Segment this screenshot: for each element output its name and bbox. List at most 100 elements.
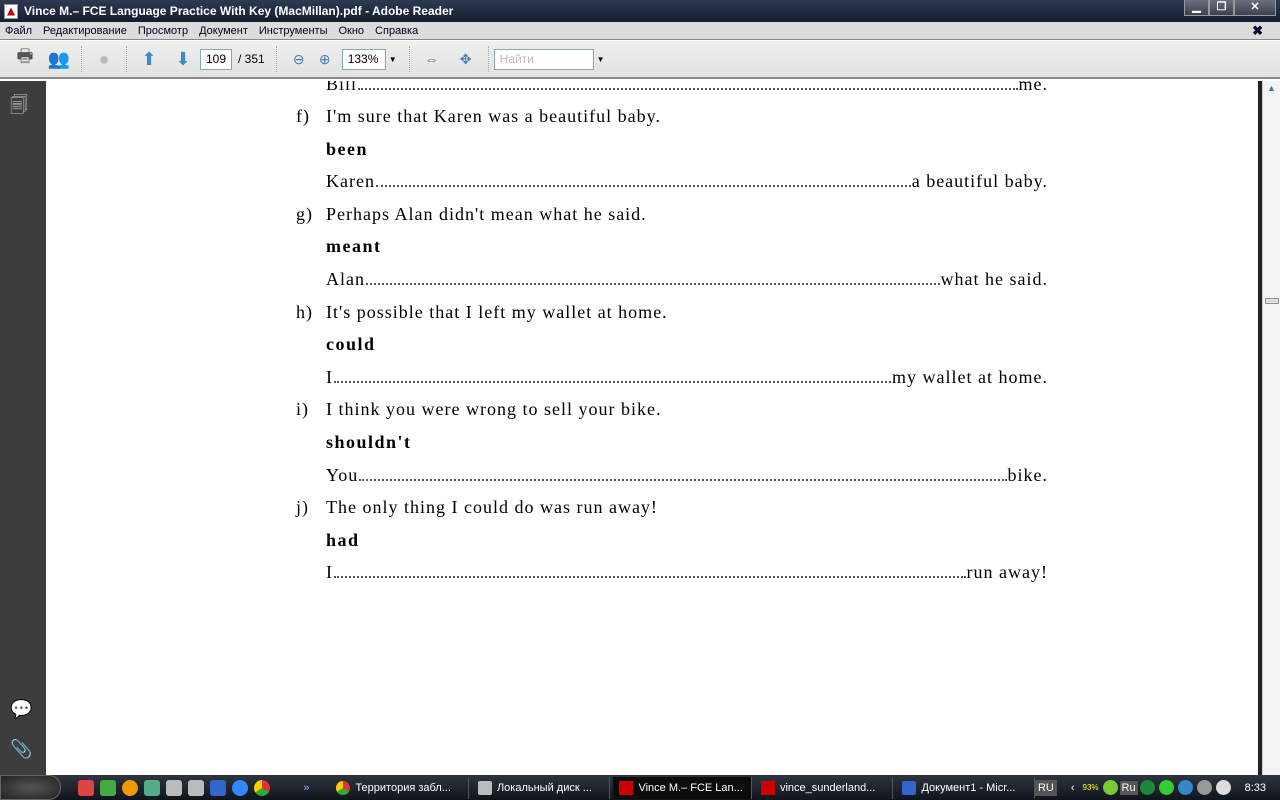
document-view: Bill me. f) I'm sure that Karen was a beau… [46,81,1258,775]
zoom-in-icon[interactable]: ⊕ [312,46,338,72]
answer-suffix: me. [1018,81,1048,94]
menu-file[interactable]: Файл [5,25,32,37]
search-input[interactable]: Найти [493,48,594,70]
task-adobe-reader[interactable]: Vince M.– FCE Lan... [613,776,752,799]
answer-suffix: bike. [1007,464,1048,485]
item-keyword: could [326,334,376,355]
system-tray: RU ‹ 93% Ru 8:33 [1034,775,1280,800]
zoom-dropdown-icon[interactable]: ▼ [389,55,397,64]
menu-tools[interactable]: Инструменты [259,25,328,37]
title-bar: Vince M.– FCE Language Practice With Key… [0,0,1280,22]
battery-icon[interactable]: 93% [1083,783,1099,792]
attachments-icon[interactable]: 📎 [10,739,32,760]
answer-line: Bill me. [326,81,1048,94]
search-dropdown-icon[interactable]: ▼ [597,55,605,64]
menu-window[interactable]: Окно [338,25,364,37]
vertical-scrollbar[interactable]: ▲ [1262,81,1280,775]
fit-page-icon[interactable]: ✥ [453,46,479,72]
answer-blank [375,171,911,188]
previous-page-icon[interactable]: ⬆ [136,46,162,72]
item-sentence: Perhaps Alan didn't mean what he said. [326,203,647,224]
page-total: / 351 [238,52,265,66]
answer-suffix: a beautiful baby. [911,171,1048,192]
close-button[interactable]: ✕ [1234,0,1276,16]
start-button[interactable] [0,775,62,800]
taskbar: » Территория забл... Локальный диск ... … [0,775,1280,800]
item-letter: g) [296,203,313,224]
fit-width-icon[interactable]: ⇔ [419,46,445,72]
answer-suffix: run away! [966,562,1048,583]
page-number-input[interactable]: 109 [200,48,232,70]
pdf-app-icon [4,3,18,19]
print-icon[interactable]: 🖶 [12,46,38,72]
item-keyword: been [326,138,368,159]
item-sentence: It's possible that I left my wallet at h… [326,301,668,322]
quicklaunch-word-icon[interactable] [210,779,227,796]
item-keyword: shouldn't [326,432,412,452]
zoom-input[interactable]: 133% [341,48,386,70]
answer-suffix: what he said. [940,269,1048,289]
answer-blank [366,269,940,285]
close-document-icon[interactable]: ✖ [1252,23,1263,39]
minimize-button[interactable]: ▁ [1184,0,1209,16]
clock: 8:33 [1244,781,1267,794]
item-keyword: meant [326,236,382,257]
tray-expand-icon[interactable]: ‹ [1071,782,1075,794]
navigation-panel: 🗐 💬 📎 [0,81,46,775]
answer-suffix: my wallet at home. [892,366,1048,387]
scroll-thumb[interactable] [1265,298,1279,304]
scroll-up-icon[interactable]: ▲ [1263,83,1280,93]
item-sentence: I think you were wrong to sell your bike… [326,399,662,420]
tray-check-icon[interactable] [1102,780,1118,795]
zoom-out-icon[interactable]: ⊖ [286,46,312,72]
task-adobe-reader-2[interactable]: vince_sunderland... [755,776,894,799]
answer-prefix: Bill [326,81,358,94]
task-word[interactable]: Документ1 - Micr... [896,776,1035,799]
quicklaunch-opera-icon[interactable] [78,779,95,796]
answer-line: Karen a beautiful baby. [326,171,1048,191]
comments-icon[interactable]: 💬 [10,699,32,720]
restore-button[interactable]: ❐ [1209,0,1234,16]
collaborate-icon[interactable]: 👥 [46,46,72,72]
menu-help[interactable]: Справка [375,25,418,37]
answer-line: You bike. [326,465,1048,485]
item-sentence: I'm sure that Karen was a beautiful baby… [326,106,661,126]
quicklaunch-drive2-icon[interactable] [188,779,205,796]
volume-icon[interactable] [1196,780,1212,795]
network-icon[interactable] [1215,780,1231,795]
window-title: Vince M.– FCE Language Practice With Key… [24,4,454,18]
item-letter: j) [296,497,309,518]
item-letter: i) [296,399,309,420]
toolbar: 🖶 👥 ● ⬆ ⬇ 109 / 351 ⊖ ⊕ 133% ▼ ⇔ ✥ Найти… [0,41,1280,79]
answer-prefix: You [326,464,359,485]
tray-lang[interactable]: Ru [1119,780,1138,795]
quicklaunch-green-icon[interactable] [100,779,117,796]
wifi-icon[interactable] [1158,780,1174,795]
utorrent-icon[interactable] [1139,780,1155,795]
pages-icon[interactable]: 🗐 [10,93,28,123]
answer-prefix: I [326,366,333,387]
language-indicator[interactable]: RU [1034,779,1057,796]
answer-prefix: Karen [326,171,375,192]
answer-prefix: Alan [326,269,365,289]
answer-line: Irun away! [326,562,1048,582]
answer-blank [359,465,1007,481]
task-explorer[interactable]: Локальный диск ... [472,776,611,799]
quicklaunch-player-icon[interactable] [232,779,249,796]
menu-edit[interactable]: Редактирование [43,25,127,37]
menu-bar: Файл Редактирование Просмотр Документ Ин… [0,22,1280,40]
task-chrome[interactable]: Территория забл... [330,776,469,799]
quicklaunch-desktop-icon[interactable] [144,779,161,796]
answer-prefix: I [326,562,333,583]
quicklaunch-aimp-icon[interactable] [122,779,139,796]
next-page-icon[interactable]: ⬇ [170,46,196,72]
item-letter: h) [296,301,313,322]
quicklaunch-drive-icon[interactable] [166,779,183,796]
quicklaunch-chrome-icon[interactable] [254,779,271,796]
tray-a-icon[interactable] [1177,780,1193,795]
menu-view[interactable]: Просмотр [138,25,188,37]
answer-line: Imy wallet at home. [326,367,1048,387]
answer-blank [334,367,892,383]
menu-document[interactable]: Документ [199,25,248,37]
more-icon[interactable]: » [303,782,309,794]
